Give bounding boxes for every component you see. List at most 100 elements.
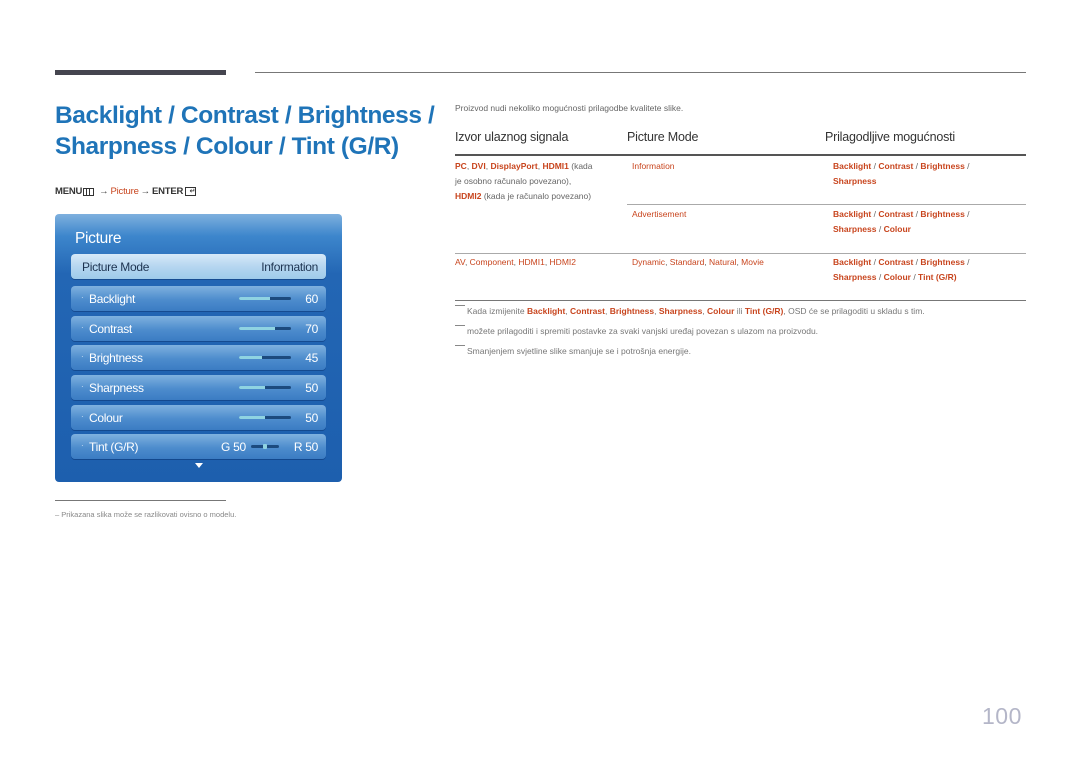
footnote: – Prikazana slika može se razlikovati ov… — [55, 510, 237, 519]
menu-grid-icon — [83, 187, 95, 196]
osd-item-label: Colour — [89, 410, 123, 425]
option-item: Sharpness — [833, 224, 877, 234]
osd-item-brightness[interactable]: · Brightness 45 — [71, 345, 326, 370]
note-dash-icon — [455, 325, 465, 326]
enter-label: ENTER — [151, 186, 184, 197]
option-item: Colour — [883, 224, 911, 234]
osd-item-value: Information — [261, 259, 318, 274]
page-title: Backlight / Contrast / Brightness / Shar… — [55, 100, 435, 162]
option-item: Tint (G/R) — [918, 272, 957, 282]
osd-item-value: 60 — [305, 291, 318, 306]
osd-slider[interactable] — [239, 386, 291, 389]
page-title-line1: Backlight / Contrast / Brightness / — [55, 102, 435, 129]
bullet-icon: · — [81, 293, 84, 302]
intro-text: Proizvod nudi nekoliko mogućnosti prilag… — [455, 103, 684, 113]
note-text: ili — [734, 306, 745, 316]
table-cell-options: Backlight / Contrast / Brightness / Shar… — [833, 257, 970, 282]
osd-item-backlight[interactable]: · Backlight 60 — [71, 286, 326, 311]
arrow-icon: → — [140, 186, 151, 197]
osd-slider[interactable] — [239, 327, 291, 330]
source-item: HDMI1 — [518, 257, 545, 267]
tint-slider-knob[interactable] — [263, 444, 267, 449]
mode-item: Dynamic — [632, 257, 666, 267]
osd-item-label: Tint (G/R) — [89, 439, 139, 454]
note-item: Kada izmijenite Backlight, Contrast, Bri… — [455, 301, 1026, 321]
mode-item: Standard — [669, 257, 705, 267]
bullet-icon: · — [81, 382, 84, 391]
osd-item-sharpness[interactable]: · Sharpness 50 — [71, 375, 326, 400]
menu-label: MENU — [55, 186, 83, 197]
table-cell-mode: Advertisement — [632, 207, 686, 222]
slider-fill — [239, 327, 276, 330]
table-row-divider — [627, 204, 1026, 205]
osd-item-value: 50 — [305, 410, 318, 425]
option-item: Contrast — [878, 257, 914, 267]
osd-item-value: 70 — [305, 321, 318, 336]
mode-item: Advertisement — [632, 209, 687, 219]
table-cell-options: Backlight / Contrast / Brightness / Shar… — [833, 161, 970, 186]
option-item: Backlight — [833, 161, 872, 171]
source-item: DVI — [471, 161, 486, 171]
menu-path-picture: Picture — [110, 186, 139, 197]
option-item: Colour — [883, 272, 911, 282]
column-header-source: Izvor ulaznog signala — [455, 130, 569, 144]
option-item: Sharpness — [833, 272, 877, 282]
osd-item-contrast[interactable]: · Contrast 70 — [71, 316, 326, 341]
option-item: Brightness — [920, 257, 965, 267]
table-cell-source: AV, Component, HDMI1, HDMI2 — [455, 257, 576, 267]
source-note: (kada — [568, 161, 593, 171]
note-text: Smanjenjem svjetline slike smanjuje se i… — [467, 346, 691, 356]
triangle-down-icon[interactable] — [195, 463, 203, 468]
note-text: , OSD će se prilagoditi u skladu s tim. — [783, 306, 925, 316]
table-cell-mode: Dynamic, Standard, Natural, Movie — [632, 257, 764, 267]
source-item: DisplayPort — [490, 161, 538, 171]
slider-fill — [239, 356, 263, 359]
osd-slider[interactable] — [239, 416, 291, 419]
note-highlight: Colour — [707, 306, 735, 316]
osd-item-label: Sharpness — [89, 380, 144, 395]
arrow-icon: → — [99, 186, 109, 197]
source-item: AV — [455, 257, 465, 267]
option-item: Contrast — [878, 209, 914, 219]
source-item: HDMI2 — [455, 191, 482, 201]
note-dash-icon — [455, 345, 465, 346]
osd-slider[interactable] — [239, 356, 291, 359]
bullet-icon: · — [81, 412, 84, 421]
source-item: Component — [469, 257, 514, 267]
table-cell-mode: Information — [632, 159, 675, 174]
osd-item-label: Backlight — [89, 291, 135, 306]
note-text: možete prilagoditi i spremiti postavke z… — [467, 326, 819, 336]
footnote-rule — [55, 500, 226, 501]
osd-item-value: 50 — [305, 380, 318, 395]
option-item: Brightness — [920, 209, 965, 219]
source-item: PC — [455, 161, 467, 171]
slider-fill — [239, 297, 271, 300]
note-highlight: Brightness — [609, 306, 655, 316]
enter-icon: ↵ — [185, 187, 197, 196]
tint-r-value: R 50 — [293, 439, 318, 454]
osd-slider[interactable] — [239, 297, 291, 300]
menu-path: MENU → Picture → ENTER ↵ — [55, 186, 197, 197]
column-header-picture-mode: Picture Mode — [627, 130, 699, 144]
table-header: Izvor ulaznog signala Picture Mode Prila… — [455, 128, 1026, 156]
osd-item-label: Contrast — [89, 321, 132, 336]
osd-title: Picture — [75, 230, 122, 247]
header-rule — [255, 72, 1026, 73]
osd-item-value: 45 — [305, 350, 318, 365]
option-item: Backlight — [833, 209, 872, 219]
note-highlight: Contrast — [570, 306, 605, 316]
osd-picture-menu: Picture Picture Mode Information · Backl… — [55, 214, 342, 482]
settings-table: Izvor ulaznog signala Picture Mode Prila… — [455, 128, 1026, 282]
bullet-icon: · — [81, 352, 84, 361]
note-item: možete prilagoditi i spremiti postavke z… — [455, 321, 1026, 341]
source-note: (kada je računalo povezano) — [481, 191, 592, 201]
note-text: Kada izmijenite — [467, 306, 528, 316]
option-item: Sharpness — [833, 176, 877, 186]
osd-item-picture-mode[interactable]: Picture Mode Information — [71, 254, 326, 279]
note-dash-icon — [455, 305, 465, 306]
source-item: HDMI1 — [542, 161, 569, 171]
osd-item-colour[interactable]: · Colour 50 — [71, 405, 326, 430]
osd-item-tint[interactable]: · Tint (G/R) G 50 R 50 — [71, 434, 326, 459]
tint-slider[interactable] — [251, 444, 279, 449]
mode-item: Natural — [709, 257, 737, 267]
